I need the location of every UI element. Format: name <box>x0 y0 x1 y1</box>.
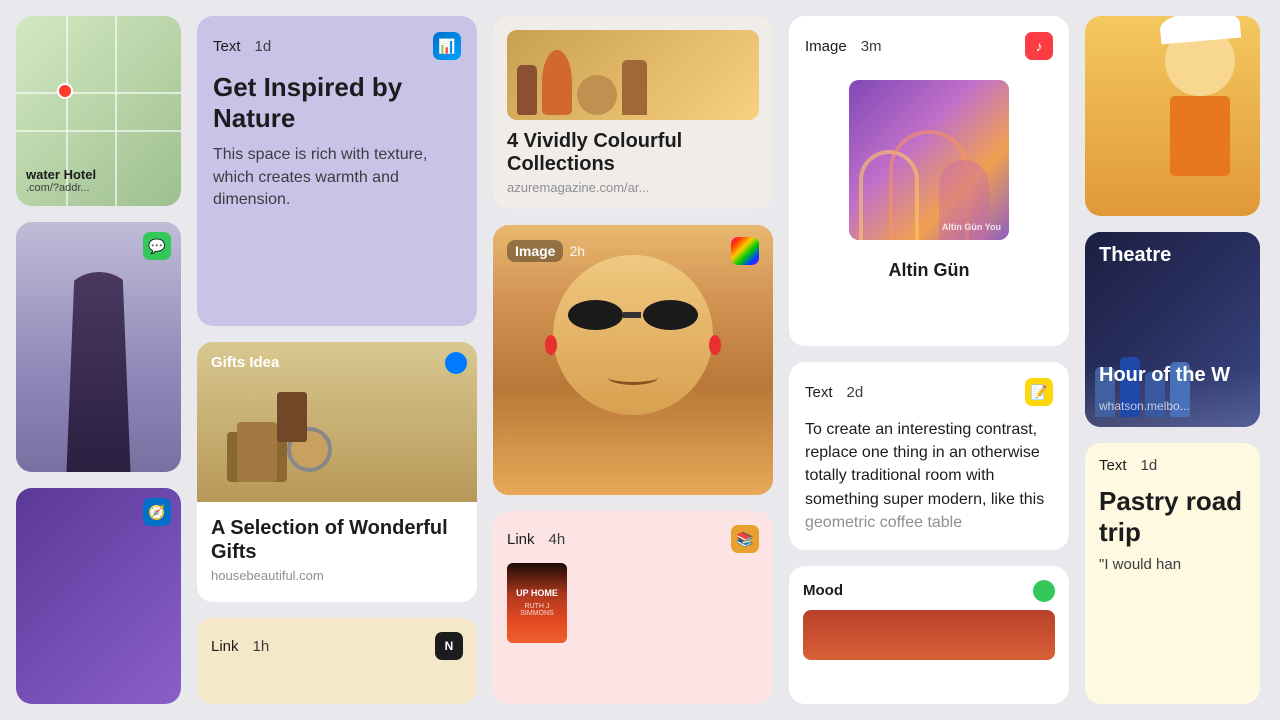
colourful-url: azuremagazine.com/ar... <box>507 180 759 195</box>
card-type-music: Image <box>805 38 847 55</box>
map-card[interactable]: water Hotel .com/?addr... <box>16 16 181 206</box>
theatre-title: Hour of the W <box>1099 364 1230 387</box>
book-author-text: RUTH J SIMMONS <box>511 603 563 617</box>
messages-badge: 💬 <box>143 232 171 260</box>
book-title-text: UP HOME <box>516 589 558 599</box>
text-contrast-card[interactable]: Text 2d 📝 To create an interesting contr… <box>789 362 1069 550</box>
pastry-body: "I would han <box>1099 556 1246 573</box>
theatre-card[interactable]: Theatre Hour of the W whatson.melbo... <box>1085 232 1260 427</box>
card-time-text-nature: 1d <box>255 38 272 55</box>
music-icon: ♪ <box>1025 32 1053 60</box>
person-orange-card <box>1085 16 1260 216</box>
map-label: water Hotel <box>26 167 96 182</box>
card-time-contrast: 2d <box>847 384 864 401</box>
gifts-badge <box>445 352 467 374</box>
book-link-card[interactable]: Link 4h 📚 UP HOME RUTH J SIMMONS <box>493 511 773 704</box>
theatre-url: whatson.melbo... <box>1099 399 1190 413</box>
notion-icon: N <box>435 632 463 660</box>
gifts-label: Gifts Idea <box>211 354 279 371</box>
image-time-label: 2h <box>569 243 585 259</box>
text-nature-card[interactable]: Text 1d 📊 Get Inspired by Nature This sp… <box>197 16 477 326</box>
person-card: 💬 <box>16 222 181 472</box>
gifts-url: housebeautiful.com <box>211 568 463 583</box>
card-type-contrast: Text <box>805 384 833 401</box>
mood-card[interactable]: Mood <box>789 566 1069 704</box>
link-bottom-card[interactable]: Link 1h N <box>197 618 477 704</box>
mood-green-dot <box>1033 580 1055 602</box>
pastry-card[interactable]: Text 1d Pastry road trip "I would han <box>1085 443 1260 704</box>
safari-badge: 🧭 <box>143 498 171 526</box>
nature-title: Get Inspired by Nature <box>213 72 461 134</box>
mood-label: Mood <box>803 582 843 599</box>
card-type-text-nature: Text <box>213 38 241 55</box>
card-time-pastry: 1d <box>1141 457 1158 474</box>
card-time-link: 1h <box>253 638 270 655</box>
colourful-title: 4 Vividly Colourful Collections <box>507 130 759 176</box>
card-type-pastry: Text <box>1099 457 1127 474</box>
image-person-card[interactable]: Image 2h <box>493 225 773 495</box>
gifts-card[interactable]: Gifts Idea A Selection of Wonderful Gift… <box>197 342 477 602</box>
artist-name: Altin Gün <box>805 260 1053 281</box>
contrast-body-visible: To create an interesting contrast, repla… <box>805 418 1053 534</box>
music-card[interactable]: Image 3m ♪ Altin Gün You Altin Gün <box>789 16 1069 346</box>
contrast-body-fade: geometric coffee table <box>805 514 962 531</box>
safari-card[interactable]: 🧭 <box>16 488 181 704</box>
gifts-title: A Selection of Wonderful Gifts <box>211 516 463 564</box>
theatre-label: Theatre <box>1099 244 1171 267</box>
map-sub: .com/?addr... <box>26 182 96 194</box>
colourful-card[interactable]: 4 Vividly Colourful Collections azuremag… <box>493 16 773 209</box>
card-time-book: 4h <box>549 531 566 548</box>
books-icon: 📚 <box>731 525 759 553</box>
album-art: Altin Gün You <box>849 80 1009 240</box>
card-type-book: Link <box>507 531 535 548</box>
photos-icon <box>731 237 759 265</box>
contrast-body-text: To create an interesting contrast, repla… <box>805 421 1044 508</box>
album-overlay-text: Altin Gün You <box>942 222 1001 232</box>
card-time-music: 3m <box>861 38 882 55</box>
pastry-title: Pastry road trip <box>1099 486 1246 548</box>
book-cover: UP HOME RUTH J SIMMONS <box>507 563 567 643</box>
image-type-label: Image <box>507 240 563 262</box>
nature-body: This space is rich with texture, which c… <box>213 144 461 211</box>
notes-icon: 📝 <box>1025 378 1053 406</box>
card-type-link: Link <box>211 638 239 655</box>
keynote-icon: 📊 <box>433 32 461 60</box>
